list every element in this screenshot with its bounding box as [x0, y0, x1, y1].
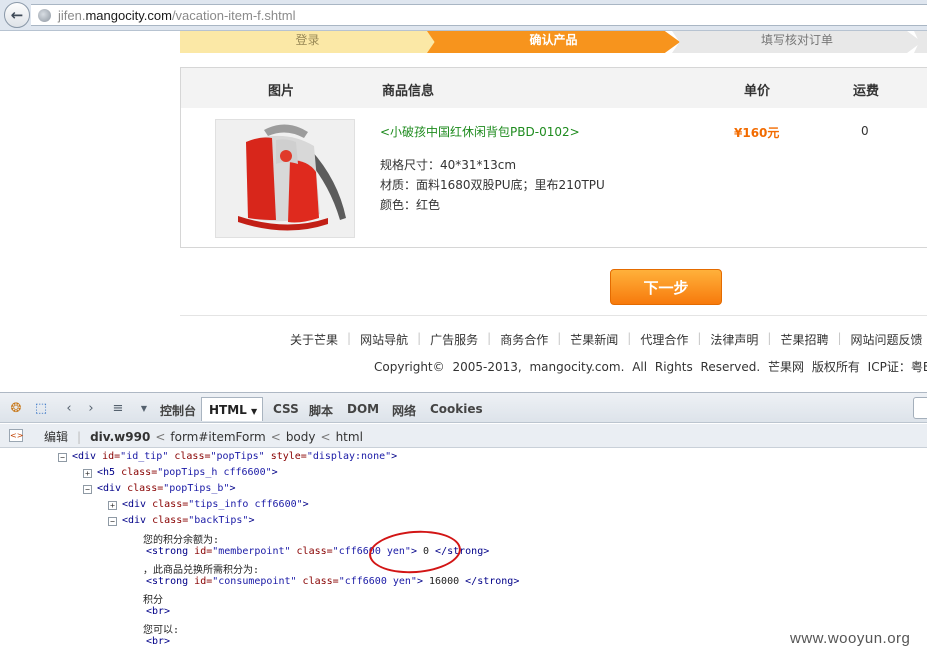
tree-text-balance-label: 您的积分余额为:	[143, 535, 220, 546]
footer-link-sitemap[interactable]: 网站导航	[360, 331, 408, 348]
product-material: 材质：面料1680双股PU底；里布210TPU	[380, 178, 605, 192]
edit-button[interactable]: 编辑	[44, 430, 68, 444]
devtools-breadcrumb-bar: <> 编辑 | div.w990 < form#itemForm < body < html	[0, 424, 927, 448]
product-size: 规格尺寸：40*31*13cm	[380, 158, 517, 172]
html-tree-panel: − <div id="id_tip" class="popTips" style…	[0, 448, 927, 649]
nav-forward-icon[interactable]: ›	[82, 400, 100, 416]
globe-icon	[38, 9, 51, 22]
url-field[interactable]: jifen.mangocity.com/vacation-item-f.shtm…	[31, 4, 927, 26]
footer-link-feedback[interactable]: 网站问题反馈	[851, 331, 923, 348]
product-color: 颜色：红色	[380, 198, 441, 212]
footer-link-about[interactable]: 关于芒果	[290, 331, 338, 348]
expand-toggle[interactable]: +	[83, 469, 92, 478]
edit-icon[interactable]: <>	[9, 429, 23, 442]
header-price: 单价	[744, 84, 771, 99]
tree-node-backtips[interactable]: <div class="backTips">	[122, 515, 254, 526]
backpack-icon	[216, 120, 354, 237]
tab-css[interactable]: CSS	[273, 402, 299, 416]
separator: <	[320, 430, 331, 444]
product-table: 图片 商品信息 单价 运费 <小破孩中国红休闲背包PBD-0102> ¥160元…	[180, 67, 927, 248]
separator: |	[347, 331, 352, 345]
url-text: jifen.mangocity.com/vacation-item-f.shtm…	[58, 8, 296, 23]
devtools-toolbar: ❂ ⬚ ‹ › ≡ ▼ 控制台 HTML ▼ CSS 脚本 DOM 网络 Coo…	[0, 392, 927, 423]
separator: <	[270, 430, 281, 444]
footer-link-news[interactable]: 芒果新闻	[570, 331, 618, 348]
menu-icon[interactable]: ≡	[109, 400, 127, 416]
footer-link-jobs[interactable]: 芒果招聘	[780, 331, 828, 348]
tree-node-tips-info[interactable]: <div class="tips_info cff6600">	[122, 499, 309, 510]
tree-node-h5[interactable]: <h5 class="popTips_h cff6600">	[97, 467, 278, 478]
step-fill-order: 填写核对订单	[672, 31, 922, 53]
separator: |	[697, 331, 702, 345]
header-info: 商品信息	[382, 84, 435, 99]
footer-divider	[180, 315, 927, 316]
copyright-text: Copyright© 2005-2013, mangocity.com. All…	[374, 360, 927, 374]
back-button[interactable]: ←	[4, 2, 30, 28]
step-login: 登录	[180, 31, 435, 53]
collapse-toggle[interactable]: −	[108, 517, 117, 526]
firebug-icon[interactable]: ❂	[7, 400, 25, 416]
tab-html-label: HTML	[209, 403, 247, 417]
footer-link-business[interactable]: 商务合作	[500, 331, 548, 348]
tab-script[interactable]: 脚本	[309, 402, 333, 419]
tree-node-poptips-b[interactable]: <div class="popTips_b">	[97, 483, 236, 494]
separator: |	[77, 430, 82, 444]
step-confirm-product: 确认产品	[427, 31, 680, 53]
tree-node-br[interactable]: <br>	[146, 606, 170, 617]
product-price: ¥160元	[734, 126, 780, 140]
header-shipping: 运费	[853, 84, 880, 99]
tree-node-br[interactable]: <br>	[146, 636, 170, 647]
crumb-html[interactable]: html	[336, 430, 363, 444]
crumb-body[interactable]: body	[286, 430, 316, 444]
table-header: 图片 商品信息 单价 运费	[181, 68, 927, 108]
product-name-link[interactable]: <小破孩中国红休闲背包PBD-0102>	[380, 123, 580, 140]
expand-toggle[interactable]: +	[108, 501, 117, 510]
separator: <	[155, 430, 166, 444]
footer-link-ads[interactable]: 广告服务	[430, 331, 478, 348]
chevron-down-icon: ▼	[251, 407, 258, 416]
tree-node-id-tip[interactable]: <div id="id_tip" class="popTips" style="…	[72, 451, 397, 462]
back-arrow-icon: ←	[10, 6, 24, 24]
separator: |	[837, 331, 842, 345]
watermark-text: www.wooyun.org	[790, 630, 911, 647]
inspect-icon[interactable]: ⬚	[32, 400, 50, 416]
tab-html[interactable]: HTML ▼	[201, 397, 263, 421]
separator: |	[557, 331, 562, 345]
separator: |	[627, 331, 632, 345]
footer-link-agency[interactable]: 代理合作	[640, 331, 688, 348]
header-image: 图片	[268, 84, 295, 99]
chevron-down-icon[interactable]: ▼	[135, 400, 153, 416]
footer-link-legal[interactable]: 法律声明	[710, 331, 758, 348]
collapse-toggle[interactable]: −	[83, 485, 92, 494]
search-icon[interactable]	[913, 397, 927, 419]
separator: |	[767, 331, 772, 345]
collapse-toggle[interactable]: −	[58, 453, 67, 462]
product-shipping: 0	[861, 124, 869, 138]
crumb-form[interactable]: form#itemForm	[170, 430, 265, 444]
product-image[interactable]	[215, 119, 355, 238]
tree-node-consumepoint[interactable]: <strong id="consumepoint" class="cff6600…	[146, 576, 519, 587]
tree-text-points: 积分	[143, 595, 163, 606]
browser-address-bar: ← jifen.mangocity.com/vacation-item-f.sh…	[0, 0, 927, 31]
tree-text-required-label: ，此商品兑换所需积分为:	[143, 565, 260, 576]
tree-text-you-can: 您可以:	[143, 625, 180, 636]
next-step-button[interactable]: 下一步	[610, 269, 722, 305]
nav-back-icon[interactable]: ‹	[60, 400, 78, 416]
separator: |	[417, 331, 422, 345]
separator: |	[487, 331, 492, 345]
crumb-div-w990[interactable]: div.w990	[90, 430, 150, 444]
tab-cookies[interactable]: Cookies	[430, 402, 483, 416]
tab-net[interactable]: 网络	[392, 402, 416, 419]
tab-dom[interactable]: DOM	[347, 402, 379, 416]
breadcrumb: 编辑 | div.w990 < form#itemForm < body < html	[44, 428, 363, 445]
tab-console[interactable]: 控制台	[160, 402, 196, 419]
footer-links: 关于芒果 | 网站导航 | 广告服务 | 商务合作 | 芒果新闻 | 代理合作 | 法律声明…	[290, 331, 923, 348]
